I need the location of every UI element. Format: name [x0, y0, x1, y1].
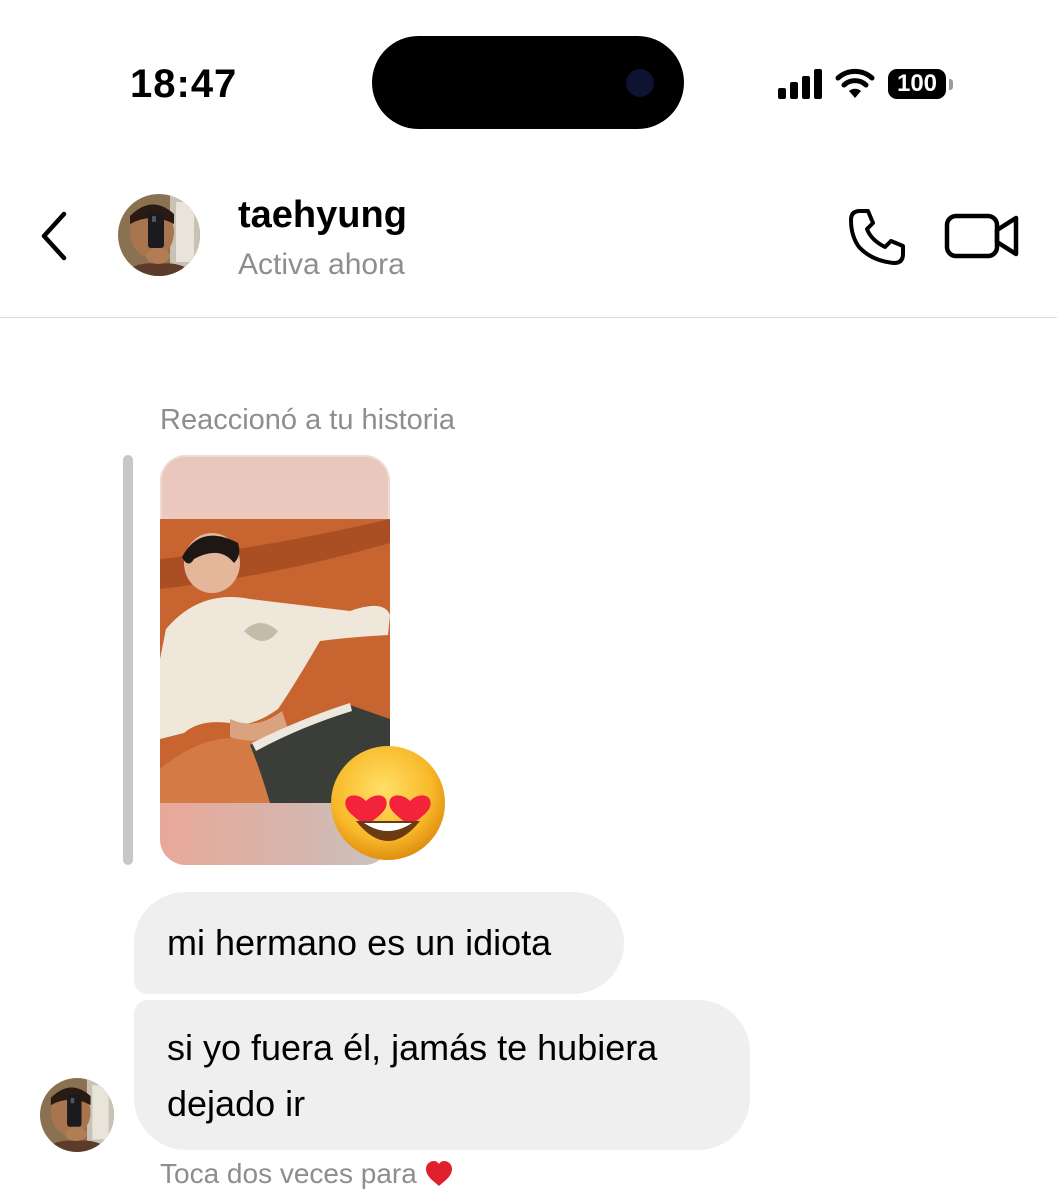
story-reaction-label: Reaccionó a tu historia [160, 404, 455, 436]
message-text: mi hermano es un idiota [167, 922, 552, 963]
active-status: Activa ahora [238, 248, 405, 281]
video-camera-icon [944, 213, 1019, 259]
back-chevron-icon [41, 211, 67, 261]
battery-icon: 100 [888, 69, 953, 99]
message-text: si yo fuera él, jamás te hubiera dejado … [167, 1027, 658, 1124]
back-button[interactable] [34, 208, 74, 264]
dynamic-island [372, 36, 684, 129]
reply-quote-bar [123, 455, 133, 865]
phone-icon [849, 209, 905, 265]
message-bubble[interactable]: mi hermano es un idiota [134, 892, 624, 994]
username[interactable]: taehyung [238, 192, 407, 238]
heart-eyes-emoji-icon [331, 746, 445, 860]
video-call-button[interactable] [944, 208, 1020, 264]
wifi-icon [835, 68, 875, 98]
avatar[interactable] [118, 194, 200, 276]
cellular-signal-icon [778, 69, 822, 99]
sender-avatar[interactable] [40, 1078, 114, 1152]
camera-icon [626, 69, 654, 97]
call-button[interactable] [846, 206, 908, 268]
hint-text: Toca dos veces para [160, 1158, 417, 1189]
header-divider [0, 317, 1057, 318]
double-tap-hint: Toca dos veces para [160, 1156, 453, 1192]
message-bubble[interactable]: si yo fuera él, jamás te hubiera dejado … [134, 1000, 750, 1150]
red-heart-icon [425, 1161, 452, 1186]
status-icons: 100 [778, 66, 953, 102]
status-time: 18:47 [130, 62, 238, 106]
